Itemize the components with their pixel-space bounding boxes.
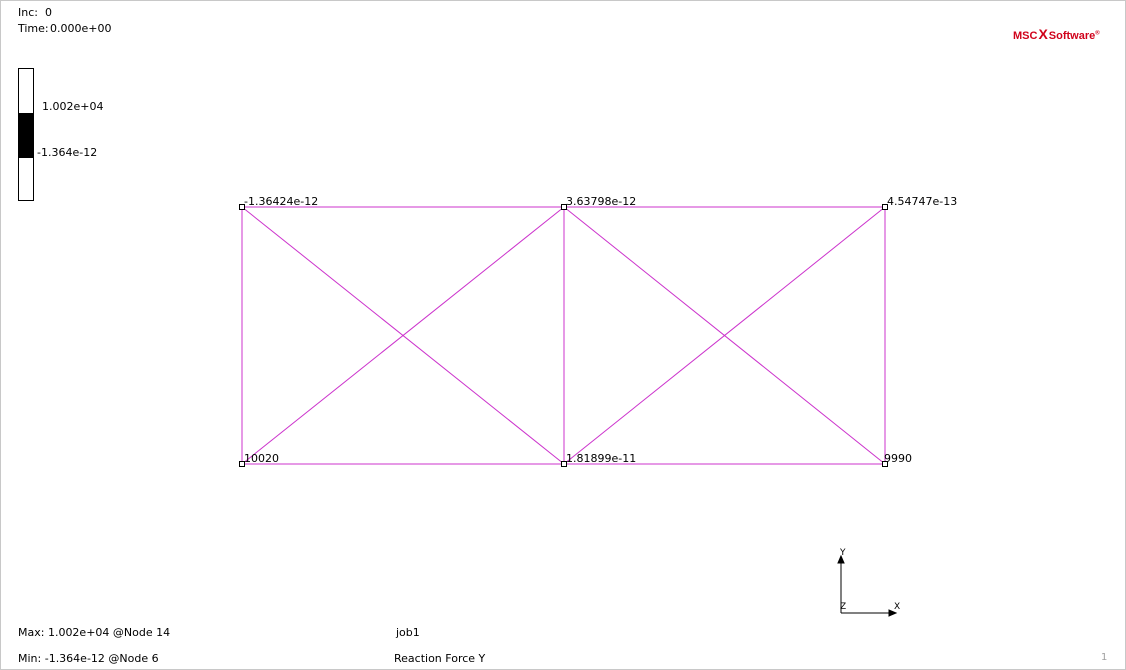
triad-y-label: Y bbox=[840, 548, 846, 558]
triad-x-label: X bbox=[894, 602, 901, 612]
node-value-label: 9990 bbox=[884, 452, 912, 465]
triad-z-label: Z bbox=[840, 602, 847, 612]
node-value-label: 1.81899e-11 bbox=[566, 452, 637, 465]
axis-triad bbox=[837, 554, 898, 617]
truss-elements bbox=[241, 206, 886, 465]
node-value-label: -1.36424e-12 bbox=[244, 195, 319, 208]
mesh-canvas[interactable] bbox=[1, 1, 1125, 669]
node-value-label: 3.63798e-12 bbox=[566, 195, 637, 208]
node-value-label: 4.54747e-13 bbox=[887, 195, 958, 208]
max-result-text: Max: 1.002e+04 @Node 14 bbox=[18, 626, 171, 639]
job-name: job1 bbox=[396, 626, 420, 639]
graphics-viewport[interactable]: Inc: 0 Time: 0.000e+00 1.002e+04 -1.364e… bbox=[0, 0, 1126, 670]
result-name: Reaction Force Y bbox=[394, 652, 486, 665]
page-number: 1 bbox=[1101, 652, 1108, 663]
min-result-text: Min: -1.364e-12 @Node 6 bbox=[18, 652, 159, 665]
node-value-label: 10020 bbox=[244, 452, 279, 465]
